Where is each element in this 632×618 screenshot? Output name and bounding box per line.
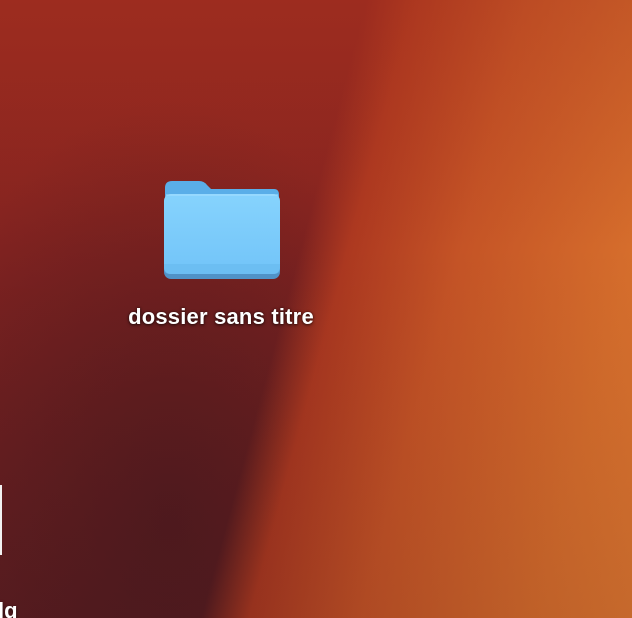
partial-item-label[interactable]: lg — [0, 598, 18, 618]
partial-file-icon[interactable] — [0, 485, 2, 555]
folder-label[interactable]: dossier sans titre — [128, 304, 314, 330]
desktop-folder-item[interactable]: dossier sans titre — [110, 176, 332, 330]
desktop-wallpaper[interactable]: dossier sans titre lg — [0, 0, 632, 618]
folder-icon[interactable] — [161, 176, 281, 282]
